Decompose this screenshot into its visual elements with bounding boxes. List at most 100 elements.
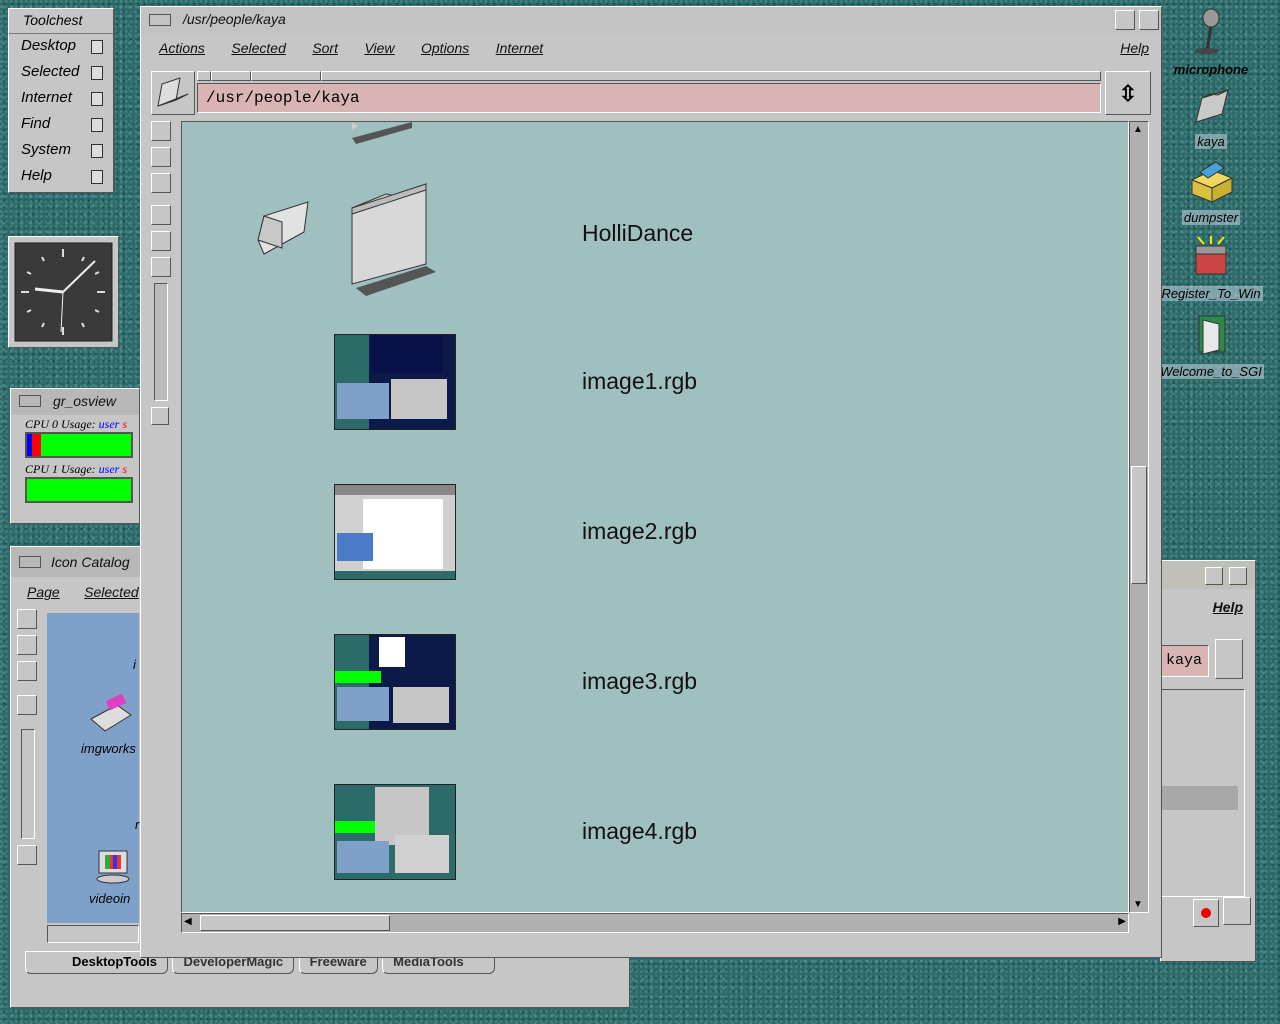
toolchest-window: Toolchest Desktop Selected Internet Find…: [8, 8, 114, 193]
submenu-icon: [91, 40, 103, 54]
refresh-button[interactable]: ⇳: [1105, 71, 1151, 115]
face-icon[interactable]: [151, 205, 171, 225]
path-input[interactable]: /usr/people/kaya: [197, 83, 1101, 113]
image-thumbnail: [334, 784, 456, 880]
bg-refresh-button[interactable]: [1215, 639, 1243, 679]
path-history-segments[interactable]: [197, 71, 1101, 81]
toolchest-item-desktop[interactable]: Desktop: [9, 34, 113, 60]
desktop-icon-microphone[interactable]: microphone: [1156, 8, 1266, 79]
scroll-right-icon[interactable]: ▶: [1118, 916, 1126, 927]
toolchest-item-system[interactable]: System: [9, 138, 113, 164]
toolchest-title[interactable]: Toolchest: [9, 9, 113, 34]
column-view-button[interactable]: [17, 661, 37, 681]
catalog-title: Icon Catalog: [51, 554, 130, 570]
zoom-reset-button[interactable]: [151, 407, 169, 425]
bg-titlebar[interactable]: [1161, 561, 1255, 589]
osview-title: gr_osview: [53, 393, 117, 409]
open-folder-icon: [157, 77, 189, 107]
desktop-icon-label: kaya: [1195, 134, 1227, 149]
catalog-horizontal-scrollbar[interactable]: [47, 925, 139, 943]
vertical-scroll-thumb[interactable]: [1131, 466, 1147, 584]
speaker-icon[interactable]: [1223, 897, 1251, 925]
toolchest-item-label: Internet: [21, 89, 72, 106]
menu-help[interactable]: Help: [1120, 33, 1149, 63]
osview-window: gr_osview CPU 0 Usage: user s CPU 1 Usag…: [10, 388, 140, 524]
image-thumbnail: [334, 634, 456, 730]
desktop-icon-register-to-win[interactable]: Register_To_Win: [1150, 234, 1272, 303]
menu-page[interactable]: Page: [27, 584, 60, 600]
horizontal-scrollbar[interactable]: ◀ ▶: [181, 913, 1129, 933]
menu-view[interactable]: View: [364, 40, 394, 56]
main-title: /usr/people/kaya: [183, 11, 286, 27]
toolchest-item-label: Desktop: [21, 37, 77, 54]
open-folder-button[interactable]: [151, 71, 195, 115]
desktop-icon-kaya[interactable]: kaya: [1156, 84, 1266, 151]
clock-widget[interactable]: [8, 236, 119, 348]
scroll-left-icon[interactable]: ◀: [184, 916, 192, 927]
minimize-icon[interactable]: [1205, 567, 1223, 585]
window-menu-icon[interactable]: [19, 556, 41, 568]
image-thumbnail: [334, 484, 456, 580]
toolchest-item-find[interactable]: Find: [9, 112, 113, 138]
desktop-icon-label: dumpster: [1181, 210, 1241, 225]
scroll-up-icon[interactable]: ▲: [1133, 124, 1143, 135]
icon-view-button[interactable]: [151, 121, 171, 141]
minimize-icon[interactable]: [1115, 10, 1135, 30]
folder-icon: [351, 183, 436, 296]
fit-view-button[interactable]: [151, 231, 171, 251]
cpu1-label: CPU 1 Usage: user s: [25, 462, 128, 476]
osview-titlebar[interactable]: gr_osview: [11, 389, 139, 415]
window-menu-icon[interactable]: [149, 14, 171, 26]
imgworks-label: imgworks: [81, 741, 136, 756]
list-view-button[interactable]: [17, 635, 37, 655]
menu-sort[interactable]: Sort: [312, 40, 338, 56]
file-name: image1.rgb: [582, 368, 698, 394]
cpu0-label: CPU 0 Usage: user s: [25, 417, 128, 431]
window-menu-icon[interactable]: [19, 395, 41, 407]
videoin-icon[interactable]: [93, 841, 133, 885]
submenu-icon: [91, 92, 103, 106]
vertical-scrollbar[interactable]: ▲ ▼: [1129, 121, 1149, 913]
horizontal-scroll-thumb[interactable]: [200, 915, 390, 931]
menu-options[interactable]: Options: [421, 40, 469, 56]
file-row-image4[interactable]: image4.rgb: [182, 784, 1128, 894]
imgworks-icon[interactable]: [87, 693, 133, 739]
toolchest-item-internet[interactable]: Internet: [9, 86, 113, 112]
desktop-icon-dumpster[interactable]: dumpster: [1156, 158, 1266, 227]
toolchest-item-help[interactable]: Help: [9, 164, 113, 190]
scroll-down-icon[interactable]: ▼: [1133, 899, 1143, 910]
menu-selected[interactable]: Selected: [231, 40, 285, 56]
file-row-hollidance[interactable]: HolliDance: [182, 178, 1128, 296]
catalog-icon-area: i imgworks r videoin: [47, 613, 139, 923]
bg-help-menu[interactable]: Help: [1213, 599, 1243, 615]
menu-actions[interactable]: Actions: [159, 40, 205, 56]
face-icon[interactable]: [17, 695, 37, 715]
file-row-image1[interactable]: image1.rgb: [182, 334, 1128, 444]
submenu-icon: [91, 144, 103, 158]
menu-selected[interactable]: Selected: [84, 584, 138, 600]
file-row-image2[interactable]: image2.rgb: [182, 484, 1128, 594]
catalog-view-buttons: [17, 609, 41, 871]
zoom-reset-button[interactable]: [17, 845, 37, 865]
maximize-icon[interactable]: [1139, 10, 1159, 30]
videoin-label: videoin: [89, 891, 131, 906]
magnifier-icon[interactable]: [151, 257, 171, 277]
file-name: image4.rgb: [582, 818, 698, 844]
file-name: image2.rgb: [582, 518, 698, 544]
zoom-slider[interactable]: [21, 729, 35, 839]
record-button[interactable]: [1193, 899, 1219, 927]
list-view-button[interactable]: [151, 147, 171, 167]
bg-path-field[interactable]: kaya: [1161, 645, 1209, 677]
desktop-icon-label: Register_To_Win: [1159, 286, 1263, 301]
column-view-button[interactable]: [151, 173, 171, 193]
toolchest-item-selected[interactable]: Selected: [9, 60, 113, 86]
maximize-icon[interactable]: [1229, 567, 1247, 585]
icon-view-button[interactable]: [17, 609, 37, 629]
desktop-icon-welcome-to-sgi[interactable]: Welcome_to_SGI: [1156, 310, 1266, 381]
main-titlebar[interactable]: /usr/people/kaya: [141, 7, 1161, 33]
file-row-image3[interactable]: image3.rgb: [182, 634, 1128, 744]
menu-internet[interactable]: Internet: [496, 40, 543, 56]
microphone-icon: [1195, 8, 1220, 54]
zoom-slider[interactable]: [154, 283, 168, 401]
desktop-icon-label: Welcome_to_SGI: [1158, 364, 1264, 379]
